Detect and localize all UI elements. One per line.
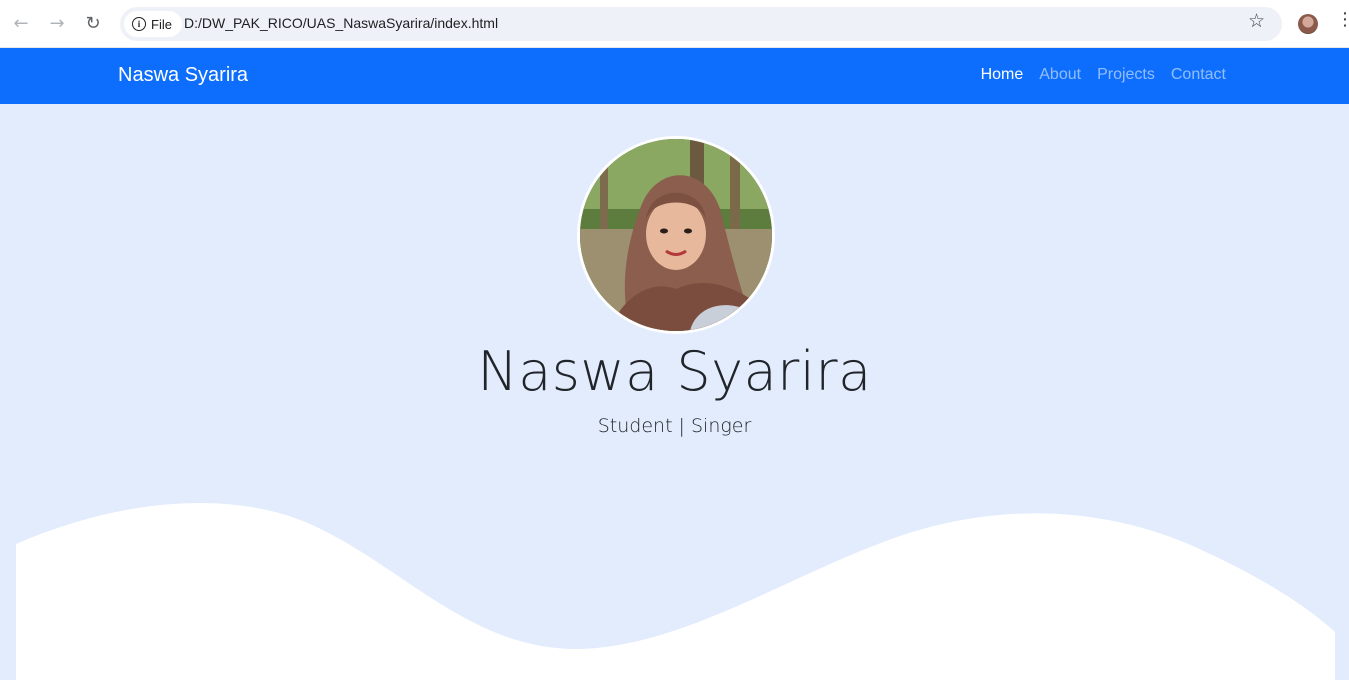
bookmark-star-icon[interactable]: ☆ [1248, 12, 1265, 31]
profile-avatar[interactable] [1298, 14, 1318, 34]
hero-name: Naswa Syarira [477, 340, 872, 403]
nav-link-about[interactable]: About [1039, 66, 1081, 84]
url-text[interactable]: D:/DW_PAK_RICO/UAS_NaswaSyarira/index.ht… [184, 15, 498, 31]
browser-toolbar: ← → ↻ i File D:/DW_PAK_RICO/UAS_NaswaSya… [0, 0, 1349, 48]
hero-section: Naswa Syarira Student | Singer [0, 104, 1349, 680]
nav-link-contact[interactable]: Contact [1171, 66, 1226, 84]
reload-icon[interactable]: ↻ [81, 12, 105, 36]
address-bar[interactable]: i File D:/DW_PAK_RICO/UAS_NaswaSyarira/i… [120, 7, 1282, 41]
hero-tagline: Student | Singer [597, 415, 752, 437]
menu-dots-icon[interactable]: ⋮ [1336, 11, 1349, 29]
profile-photo [577, 136, 775, 334]
forward-icon[interactable]: → [45, 12, 69, 36]
nav-link-home[interactable]: Home [981, 66, 1024, 84]
back-icon[interactable]: ← [9, 12, 33, 36]
site-info-chip[interactable]: i File [124, 11, 182, 37]
file-label: File [151, 16, 172, 32]
info-icon: i [132, 17, 146, 31]
nav-links: Home About Projects Contact [981, 66, 1226, 84]
nav-link-projects[interactable]: Projects [1097, 66, 1155, 84]
site-navbar: Naswa Syarira Home About Projects Contac… [0, 48, 1349, 104]
navbar-brand[interactable]: Naswa Syarira [118, 64, 248, 87]
